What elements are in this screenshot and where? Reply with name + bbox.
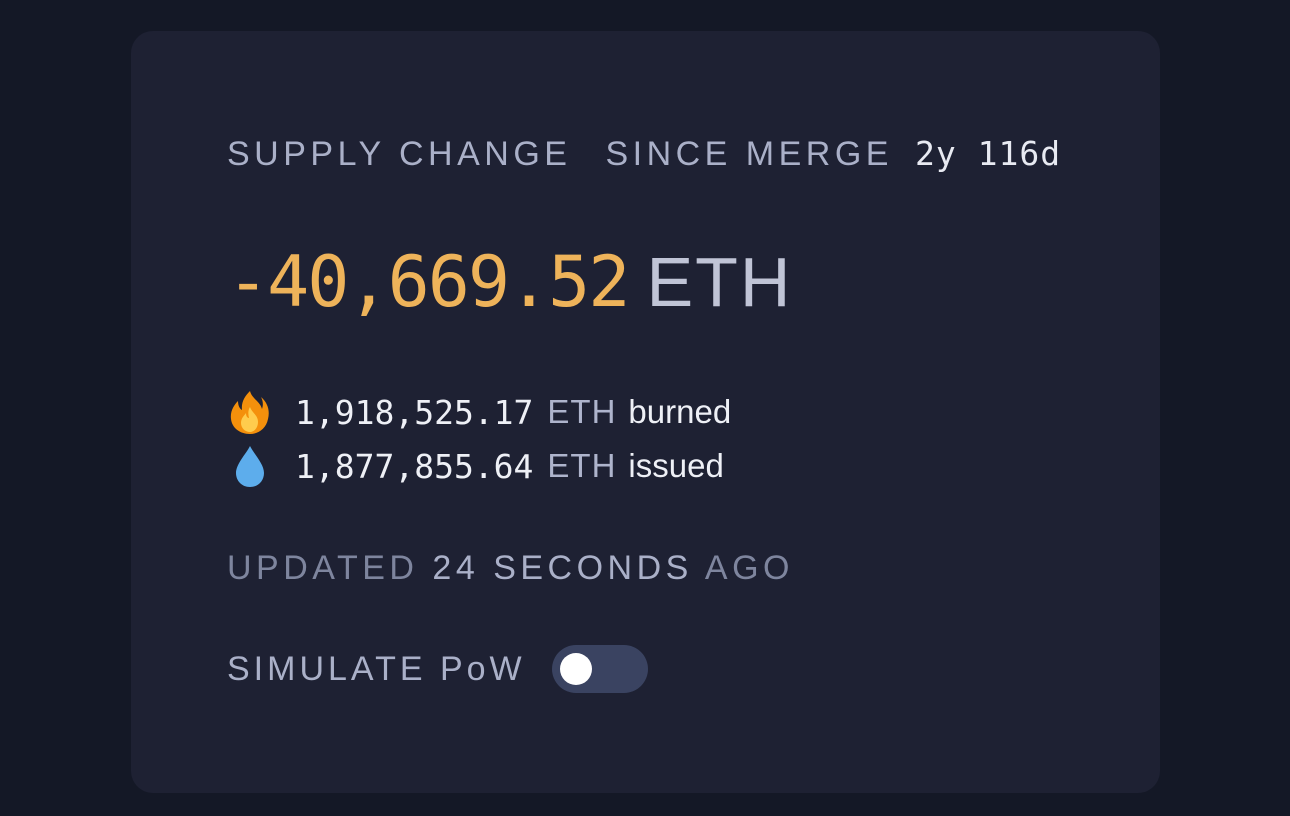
card-title: SUPPLY CHANGE [227, 135, 572, 173]
supply-change-value: -40,669.52 [227, 241, 630, 323]
time-frame-label[interactable]: SINCE MERGE [605, 135, 893, 174]
issued-unit: ETH [547, 447, 617, 484]
fire-icon [227, 389, 273, 435]
simulate-pow-control: SIMULATE PoW [227, 645, 648, 693]
updated-prefix: UPDATED [227, 549, 419, 587]
supply-change-amount: -40,669.52 ETH [227, 241, 792, 323]
issued-row: 1,877,855.64 ETH issued [227, 443, 724, 489]
toggle-knob [559, 653, 592, 685]
burned-label: burned [628, 393, 732, 430]
updated-suffix: AGO [704, 549, 794, 587]
burned-value: 1,918,525.17 [295, 392, 534, 432]
burned-row: 1,918,525.17 ETH burned [227, 389, 731, 435]
updated-amount: 24 [432, 549, 480, 587]
issued-value: 1,877,855.64 [295, 446, 534, 486]
burned-unit: ETH [547, 393, 617, 430]
updated-status: UPDATED 24 SECONDS AGO [227, 549, 794, 588]
updated-unit: SECONDS [493, 549, 693, 587]
issued-label: issued [628, 447, 724, 484]
simulate-pow-toggle[interactable] [551, 645, 648, 693]
supply-change-card: SUPPLY CHANGE SINCE MERGE 2y 116d -40,66… [131, 31, 1160, 793]
supply-change-unit: ETH [646, 243, 793, 321]
time-frame-duration: 2y 116d [915, 134, 1062, 173]
simulate-pow-label: SIMULATE PoW [227, 649, 526, 688]
droplet-icon [227, 443, 273, 489]
card-header: SUPPLY CHANGE SINCE MERGE 2y 116d [227, 134, 1061, 174]
